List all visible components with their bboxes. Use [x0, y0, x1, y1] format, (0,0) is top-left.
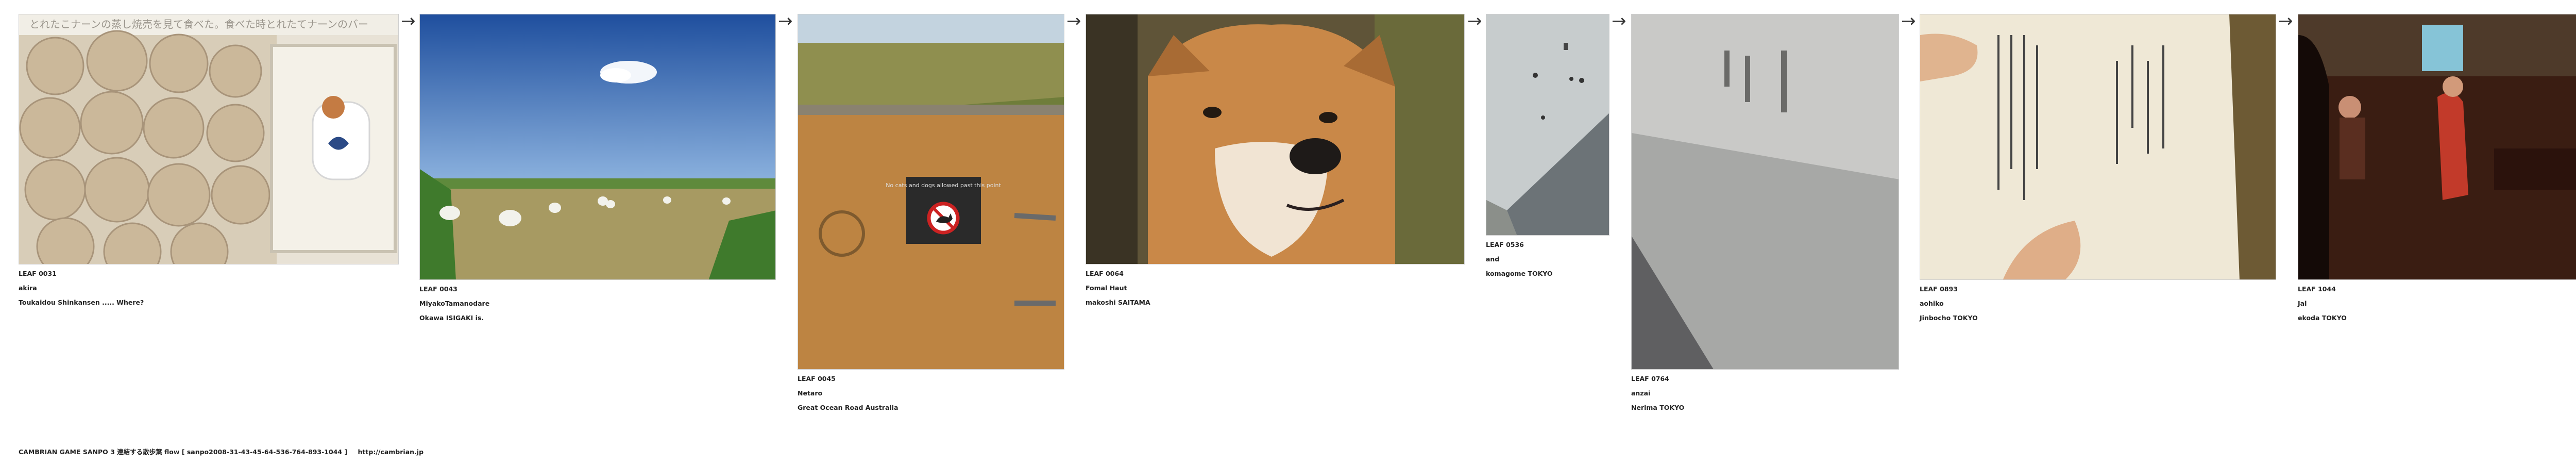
leaf-place: Okawa ISIGAKI is.	[419, 314, 484, 322]
grass-field-photo[interactable]	[419, 14, 776, 280]
flow-arrow-icon: →	[1066, 11, 1081, 31]
sign-text: No cats and dogs allowed past this point	[886, 182, 1001, 189]
leaf-place: Great Ocean Road Australia	[798, 404, 899, 411]
footer: CAMBRIAN GAME SANPO 3 連結する散歩葉 flow [ san…	[19, 446, 423, 456]
leaf-id: LEAF 0031	[19, 270, 57, 277]
leaf-author: aohiko	[1920, 300, 1944, 307]
leaf-author: Fomal Haut	[1086, 284, 1127, 292]
flow-arrow-icon: →	[1467, 11, 1482, 31]
leaf-place: Nerima TOKYO	[1631, 404, 1685, 411]
leaf-id: LEAF 0536	[1486, 241, 1524, 248]
shiba-dog-photo[interactable]	[1086, 14, 1465, 264]
leaf-author: akira	[19, 284, 37, 292]
leaf-author: and	[1486, 255, 1500, 263]
leaf-id: LEAF 0043	[419, 285, 457, 293]
leaf-author: MiyakoTamanodare	[419, 300, 490, 307]
open-book-photo[interactable]	[1920, 14, 2276, 280]
cafe-interior-photo[interactable]	[2298, 14, 2576, 280]
leaf-place: Toukaidou Shinkansen ..... Where?	[19, 299, 144, 306]
leaf-author: Jal	[2298, 300, 2307, 307]
concrete-wall-photo[interactable]	[1631, 14, 1899, 370]
leaf-id: LEAF 1044	[2298, 285, 2336, 293]
leaf-author: Netaro	[798, 389, 823, 397]
leaf-id: LEAF 0893	[1920, 285, 1958, 293]
flow-arrow-icon: →	[1612, 11, 1626, 31]
box-label-text: とれたこナーンの蒸し焼売を見て食べた。食べた時とれたてナーンのバー	[29, 18, 368, 30]
concrete-corner-photo[interactable]	[1486, 14, 1609, 236]
flow-arrow-icon: →	[778, 11, 793, 31]
leaf-author: anzai	[1631, 389, 1651, 397]
leaf-place: Jinbocho TOKYO	[1920, 314, 1978, 322]
leaf-id: LEAF 0045	[798, 375, 836, 383]
flow-arrow-icon: →	[2278, 11, 2293, 31]
no-dogs-sign-photo[interactable]: No cats and dogs allowed past this point	[798, 14, 1064, 370]
leaf-place: komagome TOKYO	[1486, 270, 1553, 277]
leaf-place: makoshi SAITAMA	[1086, 299, 1150, 306]
footer-url-link[interactable]: http://cambrian.jp	[358, 448, 424, 456]
leaf-place: ekoda TOKYO	[2298, 314, 2347, 322]
footer-title: CAMBRIAN GAME SANPO 3 連結する散歩葉 flow [ san…	[19, 448, 348, 456]
leaf-id: LEAF 0764	[1631, 375, 1669, 383]
leaf-id: LEAF 0064	[1086, 270, 1124, 277]
flow-arrow-icon: →	[401, 11, 416, 31]
shumai-box-photo[interactable]: とれたこナーンの蒸し焼売を見て食べた。食べた時とれたてナーンのバー	[19, 14, 399, 264]
flow-arrow-icon: →	[1901, 11, 1916, 31]
